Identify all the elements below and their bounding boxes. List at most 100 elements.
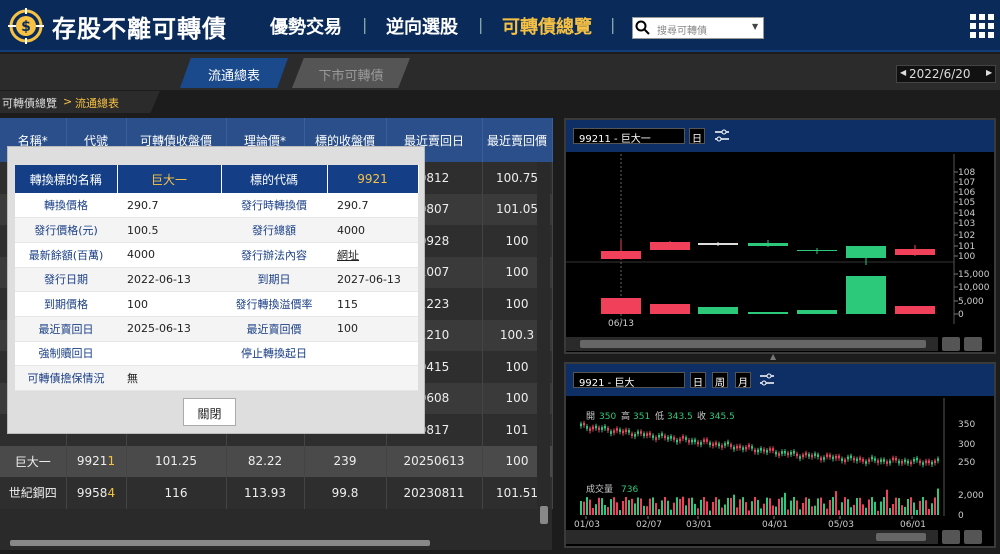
candle-body [619, 429, 621, 432]
y-tick-label: 15,000 [958, 270, 990, 280]
y-tick-label: 106 [958, 188, 975, 198]
period-day-button[interactable]: 日 [689, 128, 705, 145]
period-week-button[interactable]: 周 [712, 372, 728, 389]
scrollbar-thumb[interactable] [540, 506, 548, 524]
logo-icon[interactable]: $ [6, 6, 46, 46]
chevron-right-icon[interactable]: ▶ [986, 68, 992, 77]
nav-cb-overview[interactable]: 可轉債總覽 [502, 13, 592, 39]
chart-symbol-input[interactable]: 99211 - 巨大一 [573, 128, 685, 145]
volume-bar [583, 501, 585, 515]
table-vertical-scrollbar[interactable] [537, 162, 550, 532]
logo-text: 存股不離可轉債 [52, 15, 227, 43]
candle-body [871, 456, 873, 460]
zoom-in-icon[interactable] [964, 337, 982, 351]
candle-body [697, 441, 699, 445]
volume-bar [781, 497, 783, 515]
zoom-out-icon[interactable] [942, 530, 960, 544]
panel-resize-handle[interactable]: ▲ [770, 352, 776, 361]
search-input[interactable]: 搜尋可轉債 [632, 17, 764, 39]
candle-body [595, 425, 597, 429]
volume-bar [628, 500, 630, 515]
table-cell: 世紀鋼四 [0, 477, 67, 509]
prospectus-link[interactable]: 網址 [327, 242, 418, 268]
volume-bar [634, 503, 636, 515]
period-day-button[interactable]: 日 [690, 372, 706, 389]
candle-body [592, 426, 594, 430]
candle-body [832, 456, 834, 460]
volume-bar [829, 500, 831, 515]
candle-body [637, 431, 639, 434]
table-cell: 113.93 [226, 477, 305, 509]
volume-bar [650, 304, 690, 314]
candle-body [640, 431, 642, 434]
zoom-out-icon[interactable] [942, 337, 960, 351]
search-icon[interactable] [635, 20, 650, 35]
candle-body [685, 437, 687, 440]
table-row[interactable]: 巨大一 99211 101.25 82.22 239 20250613 100 [0, 445, 553, 477]
volume-bar [904, 506, 906, 515]
candle-body [736, 445, 738, 449]
volume-bar [742, 497, 744, 515]
nav-advantage-trading[interactable]: 優勢交易 [270, 13, 342, 39]
detail-row: 可轉債擔保情況無 [15, 365, 418, 391]
col-header-put-price[interactable]: 最近賣回價 [482, 118, 553, 162]
candle-body [778, 453, 780, 456]
volume-bar [797, 310, 837, 314]
tab-circulation-list[interactable]: 流通總表 [180, 58, 288, 88]
zoom-in-icon[interactable] [964, 530, 982, 544]
volume-bar [784, 492, 786, 515]
candle-body [877, 460, 879, 463]
date-value: 2022/6/20 [909, 67, 971, 81]
scrollbar-thumb[interactable] [580, 340, 926, 348]
chevron-left-icon[interactable]: ◀ [900, 68, 906, 77]
nav-reverse-screening[interactable]: 逆向選股 [386, 13, 458, 39]
x-tick-label: 06/01 [900, 520, 926, 528]
candle-body [622, 430, 624, 434]
candle-body [700, 442, 702, 445]
volume-bar [595, 504, 597, 515]
x-tick-label: 05/03 [828, 520, 854, 528]
y-tick-label: 107 [958, 178, 975, 188]
cb-detail-table: 轉換標的名稱 巨大一 標的代碼 9921 轉換價格 290.7 發行時轉換價 290.7 發行價… [15, 165, 419, 391]
settings-sliders-icon[interactable] [714, 128, 730, 144]
candle-body [886, 461, 888, 464]
detail-label: 發行價格(元) [15, 217, 117, 243]
scrollbar-thumb[interactable] [876, 533, 926, 541]
volume-bar [661, 500, 663, 515]
period-month-button[interactable]: 月 [735, 372, 751, 389]
candle-body [649, 432, 651, 436]
volume-bar [847, 499, 849, 515]
candle-body [754, 449, 756, 453]
stock-candlestick-plot[interactable]: 開 350 高 351 低 343.5 收 345.5 成交量 736 350 300 250 2,000… [566, 398, 994, 528]
y-tick-label: 0 [958, 511, 964, 521]
volume-bar [736, 507, 738, 515]
candlestick-plot[interactable]: 108107106105104103 102101100 15,000 10,000 5… [566, 154, 994, 336]
code-prefix: 9921 [76, 454, 108, 469]
candle-body [937, 458, 939, 461]
detail-row: 到期價格 100 發行轉換溢價率 115 [15, 291, 418, 317]
volume-bar [817, 498, 819, 515]
candle-body [901, 460, 903, 464]
table-row[interactable]: 世紀鋼四 99584 116 113.93 99.8 20230811 101.51 [0, 477, 553, 509]
candle-body [868, 459, 870, 462]
scrollbar-thumb[interactable] [10, 540, 430, 546]
candle-body [856, 458, 858, 462]
date-selector[interactable]: ◀ 2022/6/20 ▶ [896, 65, 996, 83]
settings-sliders-icon[interactable] [759, 372, 775, 388]
detail-row: 最近賣回日 2025-06-13 最近賣回價 100 [15, 316, 418, 342]
table-cell: 99584 [66, 477, 127, 509]
detail-value: 2027-06-13 [327, 267, 418, 293]
volume-bar [874, 501, 876, 515]
grid-menu-icon[interactable] [970, 14, 994, 38]
close-button[interactable]: 關閉 [183, 398, 236, 426]
table-cell: 巨大一 [0, 445, 67, 477]
candle-body [865, 461, 867, 464]
breadcrumb-overview[interactable]: 可轉債總覽 [2, 95, 57, 111]
chevron-down-icon[interactable]: ▼ [752, 22, 758, 31]
volume-bar [823, 503, 825, 515]
volume-bar [790, 500, 792, 515]
tab-delisted-cb[interactable]: 下市可轉債 [292, 58, 410, 88]
candle-body [676, 439, 678, 443]
chart-symbol-input[interactable]: 9921 - 巨大 [573, 372, 685, 389]
volume-bar [769, 498, 771, 515]
